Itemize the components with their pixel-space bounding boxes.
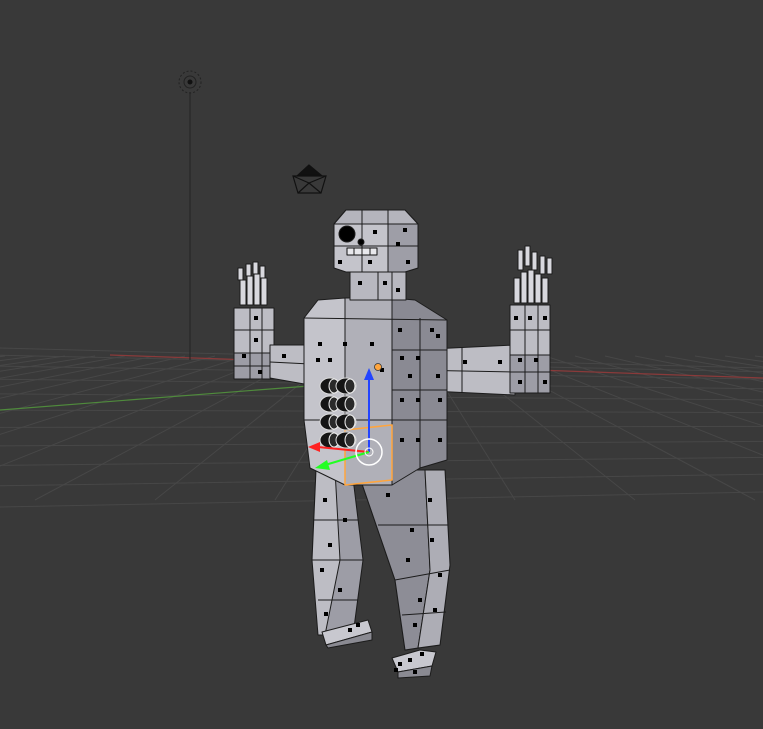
y-axis-line — [0, 384, 323, 411]
left-arm[interactable] — [233, 307, 311, 386]
right-leg[interactable] — [359, 469, 451, 679]
3d-viewport[interactable] — [0, 0, 763, 729]
viewport-canvas[interactable] — [0, 0, 763, 729]
nose-icon — [357, 238, 365, 246]
lamp-icon[interactable] — [178, 70, 202, 360]
object-origin-icon[interactable] — [374, 363, 382, 371]
left-hand[interactable] — [237, 261, 268, 306]
left-leg[interactable] — [311, 469, 373, 649]
right-hand[interactable] — [513, 245, 553, 304]
head[interactable] — [333, 209, 419, 273]
camera-icon[interactable] — [292, 164, 327, 194]
